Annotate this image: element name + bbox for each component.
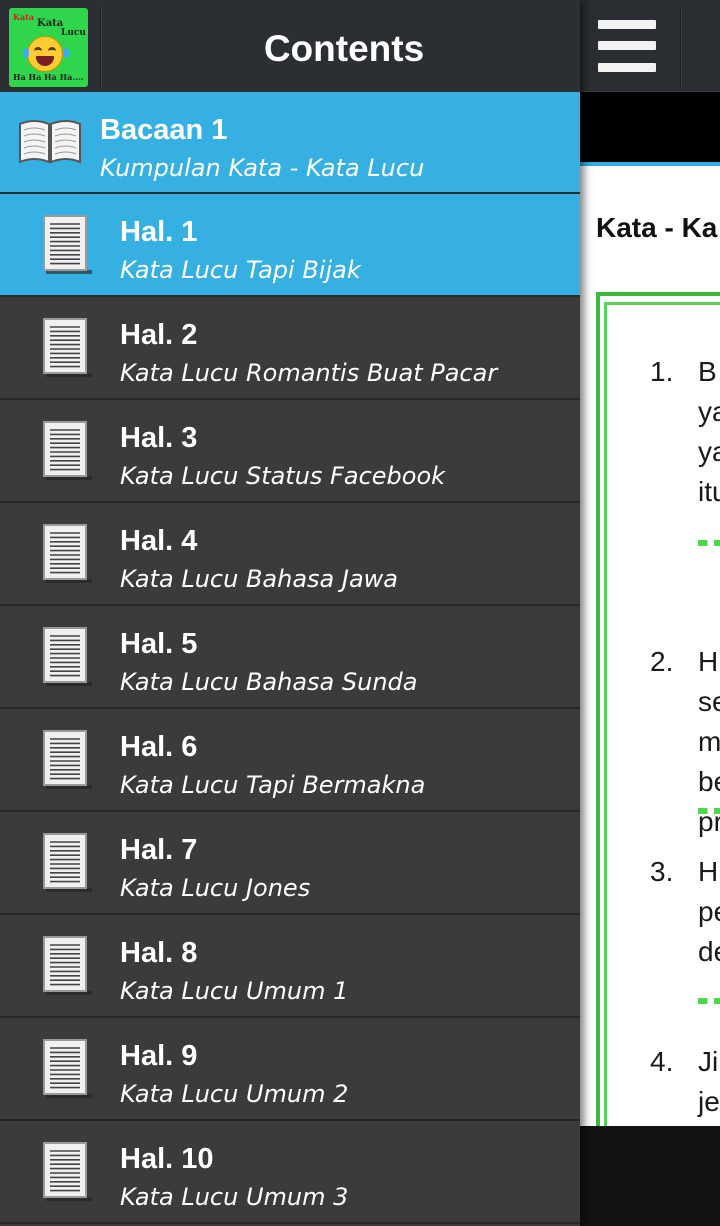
app-screen: Kata - Ka 1.Byayaitu2.Hsembepr3.Hpede4.J… <box>0 0 720 1226</box>
page-item-7[interactable]: Hal. 7 Kata Lucu Jones <box>0 812 580 915</box>
book-title: Bacaan 1 <box>100 114 228 146</box>
article-view[interactable]: Kata - Ka 1.Byayaitu2.Hsembepr3.Hpede4.J… <box>580 166 720 1126</box>
content-toolbar <box>580 0 720 92</box>
document-page-icon <box>43 627 92 686</box>
page-item-subtitle: Kata Lucu Jones <box>120 874 311 902</box>
article-separator <box>698 998 720 1004</box>
open-book-icon <box>19 120 81 164</box>
page-item-2[interactable]: Hal. 2 Kata Lucu Romantis Buat Pacar <box>0 297 580 400</box>
page-item-subtitle: Kata Lucu Tapi Bijak <box>120 256 361 284</box>
page-item-6[interactable]: Hal. 6 Kata Lucu Tapi Bermakna <box>0 709 580 812</box>
article-separator <box>698 808 720 814</box>
article-item-line: be <box>698 766 720 797</box>
document-page-icon <box>43 318 92 377</box>
article-list-item: 3. Hpe de <box>650 852 720 972</box>
article-item-line: H <box>698 856 719 887</box>
page-item-title: Hal. 1 <box>120 216 198 248</box>
page-item-subtitle: Kata Lucu Bahasa Sunda <box>120 668 418 696</box>
app-logo-text-kata: Kata <box>37 18 64 29</box>
page-item-subtitle: Kata Lucu Umum 3 <box>120 1183 349 1211</box>
hamburger-menu-icon[interactable] <box>580 0 676 92</box>
article-item-line: je <box>698 1086 720 1117</box>
article-heading: Kata - Ka <box>596 212 718 243</box>
navigation-drawer: Kata Kata Lucu Ha Ha Ha Ha.... Contents … <box>0 0 580 1226</box>
page-item-subtitle: Kata Lucu Status Facebook <box>120 462 446 490</box>
page-item-title: Hal. 10 <box>120 1143 214 1175</box>
drawer-header: Kata Kata Lucu Ha Ha Ha Ha.... Contents <box>0 0 580 92</box>
document-page-icon <box>43 833 92 892</box>
article-item-line: m <box>698 726 720 757</box>
app-logo-text-haha: Ha Ha Ha Ha.... <box>13 72 84 82</box>
content-panel: Kata - Ka 1.Byayaitu2.Hsembepr3.Hpede4.J… <box>580 0 720 1226</box>
toolbar-divider <box>680 6 682 88</box>
article-item-line: ya <box>698 436 720 467</box>
drawer-title: Contents <box>263 28 425 69</box>
article-item-line: pe <box>698 896 720 927</box>
app-logo-icon[interactable]: Kata Kata Lucu Ha Ha Ha Ha.... <box>9 8 88 87</box>
article-list-item: 4. Ji je <box>650 1042 720 1122</box>
page-item-title: Hal. 4 <box>120 525 198 557</box>
page-item-subtitle: Kata Lucu Umum 1 <box>120 977 349 1005</box>
book-subtitle: Kumpulan Kata - Kata Lucu <box>100 154 425 182</box>
article-separator <box>698 540 720 546</box>
page-item-subtitle: Kata Lucu Tapi Bermakna <box>120 771 426 799</box>
page-item-title: Hal. 7 <box>120 834 198 866</box>
article-list-item: 1. Bya ya itu <box>650 352 720 512</box>
page-item-title: Hal. 8 <box>120 937 198 969</box>
article-item-line: B <box>698 356 717 387</box>
laughing-face-icon <box>27 36 63 72</box>
page-item-5[interactable]: Hal. 5 Kata Lucu Bahasa Sunda <box>0 606 580 709</box>
page-item-subtitle: Kata Lucu Umum 2 <box>120 1080 349 1108</box>
page-item-4[interactable]: Hal. 4 Kata Lucu Bahasa Jawa <box>0 503 580 606</box>
article-item-number: 4. <box>650 1046 674 1077</box>
article-item-line: Ji <box>698 1046 719 1077</box>
document-page-icon <box>43 1142 92 1201</box>
article-item-line: itu <box>698 476 720 507</box>
document-page-icon <box>43 936 92 995</box>
document-page-icon <box>43 1039 92 1098</box>
page-item-subtitle: Kata Lucu Bahasa Jawa <box>120 565 399 593</box>
article-item-line: se <box>698 686 720 717</box>
page-item-3[interactable]: Hal. 3 Kata Lucu Status Facebook <box>0 400 580 503</box>
page-item-10[interactable]: Hal. 10 Kata Lucu Umum 3 <box>0 1121 580 1224</box>
page-item-title: Hal. 2 <box>120 319 198 351</box>
page-item-title: Hal. 3 <box>120 422 198 454</box>
document-page-icon <box>43 215 92 274</box>
page-item-1[interactable]: Hal. 1 Kata Lucu Tapi Bijak <box>0 194 580 297</box>
content-title-band <box>580 92 720 162</box>
page-item-subtitle: Kata Lucu Romantis Buat Pacar <box>120 359 498 387</box>
article-item-number: 3. <box>650 856 674 887</box>
document-page-icon <box>43 421 92 480</box>
book-item-bacaan-1[interactable]: Bacaan 1 Kumpulan Kata - Kata Lucu <box>0 92 580 194</box>
page-item-9[interactable]: Hal. 9 Kata Lucu Umum 2 <box>0 1018 580 1121</box>
app-logo-text-lucu: Lucu <box>61 28 86 38</box>
article-item-line: H <box>698 646 719 677</box>
page-item-title: Hal. 6 <box>120 731 198 763</box>
article-item-line: ya <box>698 396 720 427</box>
page-item-8[interactable]: Hal. 8 Kata Lucu Umum 1 <box>0 915 580 1018</box>
document-page-icon <box>43 524 92 583</box>
article-item-line: de <box>698 936 720 967</box>
content-bottom-bar <box>580 1126 720 1226</box>
article-item-number: 1. <box>650 356 674 387</box>
page-item-title: Hal. 5 <box>120 628 198 660</box>
document-page-icon <box>43 730 92 789</box>
page-item-title: Hal. 9 <box>120 1040 198 1072</box>
article-item-number: 2. <box>650 646 674 677</box>
